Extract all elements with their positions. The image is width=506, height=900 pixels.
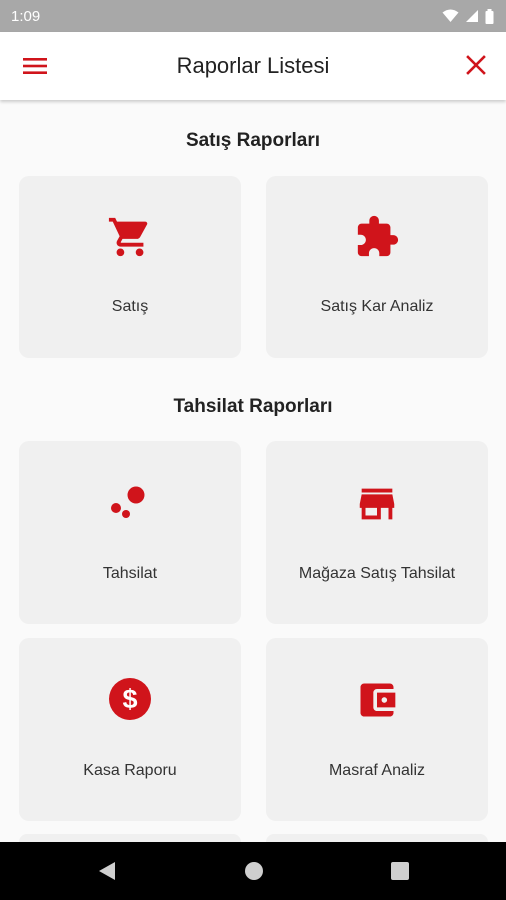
puzzle-icon [357, 215, 399, 257]
home-icon[interactable] [243, 859, 265, 883]
recents-icon[interactable] [389, 859, 411, 883]
section-title-tahsilat: Tahsilat Raporları [173, 396, 333, 417]
back-icon[interactable] [96, 859, 118, 883]
card-label: Satış [111, 298, 149, 315]
status-time: 1:09 [11, 7, 41, 25]
close-icon[interactable] [464, 53, 488, 77]
card-satis-kar-analiz[interactable]: Satış Kar Analiz [266, 176, 488, 358]
card-satis[interactable]: Satış [19, 176, 241, 358]
card-partial[interactable] [19, 834, 241, 842]
page-title: Raporlar Listesi [176, 53, 330, 78]
status-icons [442, 8, 494, 24]
wifi-icon [442, 9, 459, 22]
card-masraf-analiz[interactable]: Masraf Analiz [266, 638, 488, 821]
bubbles-icon [111, 486, 145, 518]
card-label: Masraf Analiz [328, 762, 426, 779]
battery-icon [485, 8, 494, 24]
status-bar: 1:09 [0, 0, 506, 32]
signal-icon [466, 10, 478, 22]
app-bar: Raporlar Listesi [0, 32, 506, 100]
card-label: Satış Kar Analiz [320, 298, 434, 315]
section-title-satis: Satış Raporları [185, 130, 321, 151]
svg-text:$: $ [122, 684, 137, 714]
dollar-icon: $ [109, 678, 151, 720]
card-kasa-raporu[interactable]: $ Kasa Raporu [19, 638, 241, 821]
wallet-icon [360, 683, 396, 717]
card-label: Kasa Raporu [83, 762, 177, 779]
card-label: Tahsilat [102, 565, 158, 582]
navigation-bar [0, 842, 506, 900]
cart-icon [108, 217, 148, 257]
card-label: Mağaza Satış Tahsilat [298, 565, 456, 582]
store-icon [359, 488, 395, 520]
card-tahsilat[interactable]: Tahsilat [19, 441, 241, 624]
menu-icon[interactable] [22, 54, 48, 78]
card-partial[interactable] [266, 834, 488, 842]
card-magaza-satis-tahsilat[interactable]: Mağaza Satış Tahsilat [266, 441, 488, 624]
